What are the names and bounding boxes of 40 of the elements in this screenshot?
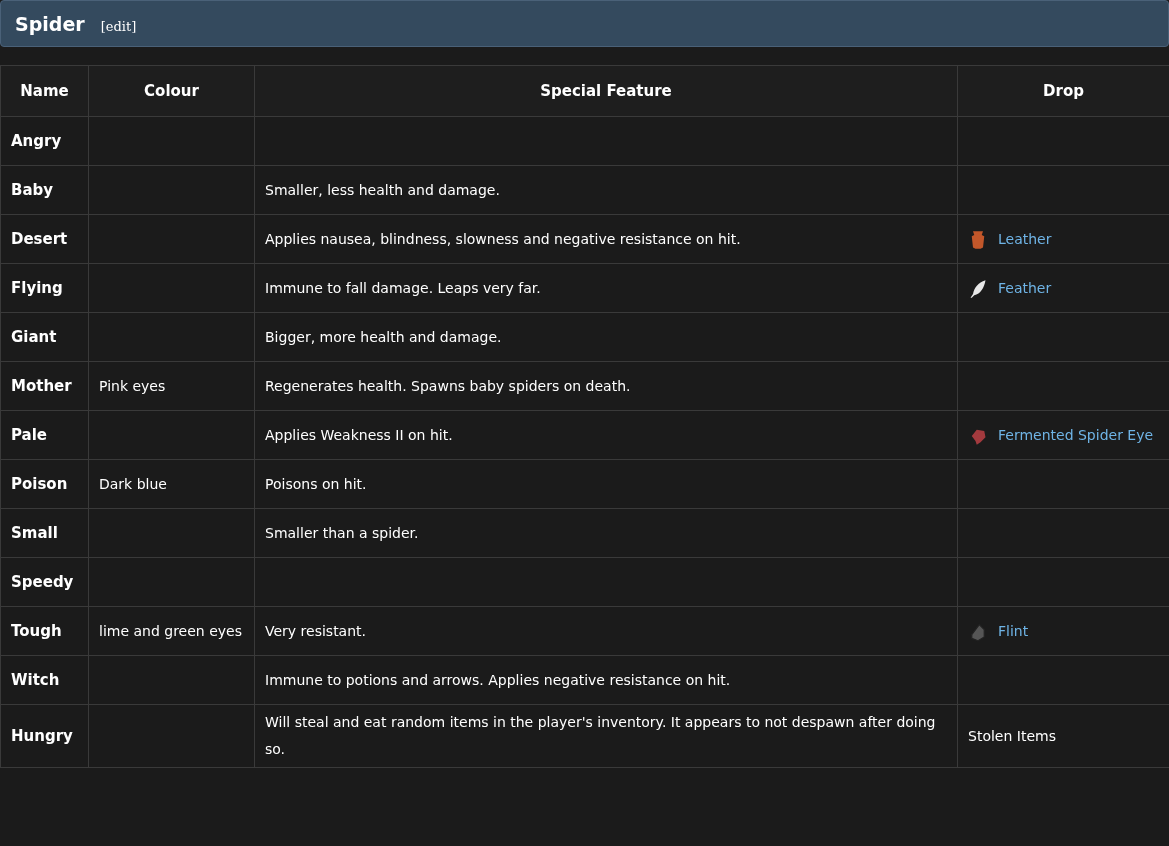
name-cell: Speedy [0, 557, 89, 607]
colour-cell: Dark blue [88, 459, 255, 509]
column-header: Colour [88, 65, 255, 117]
feature-cell: Applies nausea, blindness, slowness and negative resistance on hit. [254, 214, 958, 264]
name-cell: Tough [0, 606, 89, 656]
column-header: Drop [957, 65, 1169, 117]
colour-cell: Pink eyes [88, 361, 255, 411]
feature-cell: Immune to fall damage. Leaps very far. [254, 263, 958, 313]
feature-cell: Will steal and eat random items in the player's inventory. It appears to not despawn after doing so. [254, 704, 958, 768]
feature-cell: Very resistant. [254, 606, 958, 656]
feature-cell: Bigger, more health and damage. [254, 312, 958, 362]
name-cell: Hungry [0, 704, 89, 768]
column-header: Special Feature [254, 65, 958, 117]
name-cell: Poison [0, 459, 89, 509]
name-cell: Small [0, 508, 89, 558]
colour-cell: lime and green eyes [88, 606, 255, 656]
drop-link[interactable]: Flint [998, 623, 1029, 639]
name-cell: Witch [0, 655, 89, 705]
edit-link[interactable]: [edit] [100, 19, 137, 34]
feature-cell: Regenerates health. Spawns baby spiders on death. [254, 361, 958, 411]
drop-link[interactable]: Fermented Spider Eye [998, 427, 1154, 443]
name-cell: Giant [0, 312, 89, 362]
name-cell: Flying [0, 263, 89, 313]
feature-cell: Immune to potions and arrows. Applies negative resistance on hit. [254, 655, 958, 705]
name-cell: Angry [0, 116, 89, 166]
name-cell: Baby [0, 165, 89, 215]
name-cell: Pale [0, 410, 89, 460]
name-cell: Desert [0, 214, 89, 264]
feather-icon [968, 279, 988, 299]
feature-cell: Poisons on hit. [254, 459, 958, 509]
drop-link[interactable]: Leather [998, 231, 1052, 247]
column-header: Name [0, 65, 89, 117]
feature-cell: Smaller than a spider. [254, 508, 958, 558]
flint-icon [968, 622, 988, 642]
name-cell: Mother [0, 361, 89, 411]
feature-cell: Applies Weakness II on hit. [254, 410, 958, 460]
feature-cell: Smaller, less health and damage. [254, 165, 958, 215]
drop-link[interactable]: Feather [998, 280, 1052, 296]
section-title: Spider [15, 13, 85, 35]
drop-text: Stolen Items [968, 727, 1056, 744]
